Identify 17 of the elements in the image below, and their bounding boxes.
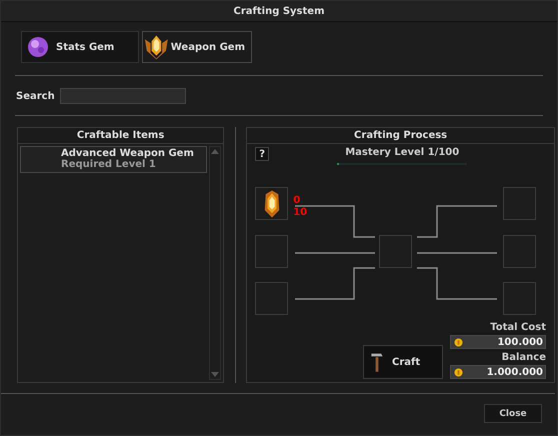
window-title: Crafting System <box>234 6 324 16</box>
craft-button[interactable]: Craft <box>363 345 443 379</box>
cost-label: Balance <box>502 351 546 365</box>
amount-field: 1.000.000 <box>450 365 546 379</box>
owned-count: 0 <box>293 195 300 206</box>
help-button[interactable]: ? <box>255 147 270 161</box>
panel-title: Craftable Items <box>76 130 164 141</box>
close-button[interactable]: Close <box>484 404 542 423</box>
list-item[interactable]: Advanced Weapon Gem Required Level 1 <box>20 146 208 173</box>
search-label: Search <box>16 90 55 102</box>
required-count: 10 <box>293 207 308 218</box>
panel-title: Crafting Process <box>354 130 448 141</box>
amount-field: 100.000 <box>450 335 546 349</box>
cost-label: Total Cost <box>490 321 546 335</box>
mastery-label: Mastery Level 1/100 <box>344 147 460 158</box>
tab[interactable]: Weapon Gem <box>142 31 252 63</box>
tab[interactable]: Stats Gem <box>21 31 139 63</box>
